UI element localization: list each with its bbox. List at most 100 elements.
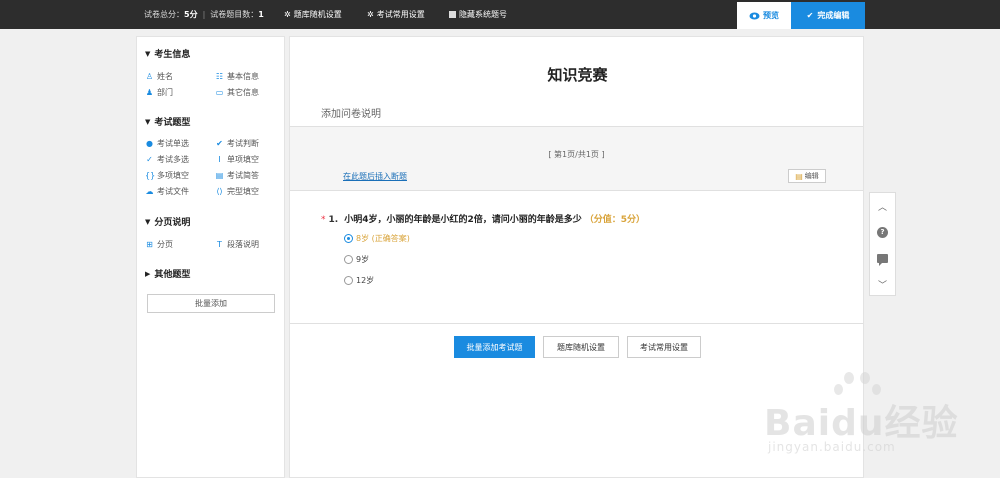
section-other-types[interactable]: ▶ 其他题型 (145, 267, 191, 281)
page-break-band: [ 第1页/共1页 ] 在此题后插入断题 ▤ 编辑 (290, 126, 863, 191)
item-label: 部门 (157, 88, 173, 97)
option-radio[interactable]: 9岁 (344, 254, 369, 265)
insert-break-link[interactable]: 在此题后插入断题 (343, 171, 407, 182)
section-candidate-info[interactable]: ▼ 考生信息 (145, 47, 191, 61)
watermark-url: jingyan.baidu.com (768, 440, 896, 454)
finish-editing-button[interactable]: ✔ 完成编辑 (791, 2, 865, 29)
item-label: 单项填空 (227, 155, 259, 164)
exam-common-settings-button[interactable]: 考试常用设置 (627, 336, 701, 358)
sidebar-item-page-break[interactable]: ⊞ 分页 (145, 239, 173, 250)
check-icon: ✔ (806, 11, 814, 20)
item-label: 考试文件 (157, 187, 189, 196)
help-icon: ? (877, 226, 888, 238)
preview-label: 预览 (763, 11, 779, 20)
question-count: 1 (258, 10, 264, 19)
sidebar-item-paragraph[interactable]: T 段落说明 (215, 239, 259, 250)
watermark-brand: Baidu经验 (764, 403, 959, 444)
item-label: 其它信息 (227, 88, 259, 97)
radio-selected-icon[interactable] (344, 234, 353, 243)
batch-add-button[interactable]: 批量添加 (147, 294, 275, 313)
item-label: 基本信息 (227, 72, 259, 81)
option-radio[interactable]: 12岁 (344, 275, 374, 286)
help-button[interactable]: ? (870, 219, 895, 245)
item-label: 考试单选 (157, 139, 189, 148)
sidebar-item-exam-file[interactable]: ☁ 考试文件 (145, 186, 190, 197)
option-label: 12岁 (356, 276, 375, 285)
radio-icon[interactable] (344, 255, 353, 264)
checkbox-icon[interactable] (449, 11, 456, 18)
radio-icon[interactable] (344, 276, 353, 285)
item-label: 考试简答 (227, 171, 259, 180)
section-title: 考生信息 (154, 50, 191, 60)
sidebar-item-single-choice[interactable]: ● 考试单选 (145, 138, 189, 149)
item-label: 考试多选 (157, 155, 189, 164)
required-mark: * (321, 215, 326, 225)
sidebar-item-cloze[interactable]: ⟨⟩ 完型填空 (215, 186, 259, 197)
batch-add-questions-button[interactable]: 批量添加考试题 (454, 336, 535, 358)
total-score: 5分 (184, 10, 198, 19)
cloud-upload-icon: ☁ (145, 187, 154, 196)
question-score: （分值：5分） (584, 215, 645, 225)
exam-stats: 试卷总分：5分 | 试卷题目数：1 (144, 9, 264, 20)
triangle-right-icon: ▶ (145, 269, 151, 278)
page-title[interactable]: 知识竞赛 (290, 64, 865, 85)
question-text: 小明4岁，小丽的年龄是小红的2倍，请问小丽的年龄是多少 (344, 215, 582, 225)
eye-icon (749, 12, 760, 19)
item-label: 姓名 (157, 72, 173, 81)
item-label: 多项填空 (157, 171, 189, 180)
baidu-watermark: Baidu经验 jingyan.baidu.com (762, 372, 957, 462)
sidebar-item-multiple-choice[interactable]: ✓ 考试多选 (145, 154, 189, 165)
item-label: 完型填空 (227, 187, 259, 196)
random-bank-settings-label: 题库随机设置 (293, 10, 342, 19)
sidebar-item-true-false[interactable]: ✔ 考试判断 (215, 138, 259, 149)
chevron-up-icon[interactable]: ︿ (870, 193, 895, 219)
sidebar-item-single-blank[interactable]: I 单项填空 (215, 154, 259, 165)
option-radio[interactable]: 8岁 (正确答案) (344, 233, 410, 244)
edit-button[interactable]: ▤ 编辑 (788, 169, 826, 183)
group-icon: ♟ (145, 88, 154, 97)
divider (290, 323, 863, 324)
check-icon: ✓ (146, 155, 153, 164)
option-label: 8岁 (正确答案) (356, 234, 410, 243)
message-button[interactable] (870, 245, 895, 271)
dot-icon: ● (146, 139, 153, 148)
finish-editing-label: 完成编辑 (817, 11, 850, 20)
section-exam-question-types[interactable]: ▼ 考试题型 (145, 115, 191, 129)
section-pagination[interactable]: ▼ 分页说明 (145, 215, 190, 229)
sidebar-item-short-answer[interactable]: ▤ 考试简答 (215, 170, 259, 181)
item-label: 段落说明 (227, 240, 259, 249)
section-title: 考试题型 (154, 118, 191, 128)
page-icon: ⊞ (146, 240, 153, 249)
random-bank-settings-button[interactable]: 题库随机设置 (543, 336, 619, 358)
random-bank-settings-link[interactable]: ✲ 题库随机设置 (284, 9, 342, 20)
triangle-down-icon: ▼ (145, 217, 151, 226)
gear-icon: ✲ (367, 10, 374, 19)
double-check-icon: ✔ (216, 139, 223, 148)
sidebar-item-department[interactable]: ♟ 部门 (145, 87, 173, 98)
question-count-label: 试卷题目数： (210, 10, 259, 19)
floating-toolbar: ︿ ? ﹀ (869, 192, 896, 296)
top-bar: 试卷总分：5分 | 试卷题目数：1 ✲ 题库随机设置 ✲ 考试常用设置 隐藏系统题号… (0, 0, 1000, 29)
braces-icon: {} (145, 171, 156, 180)
hide-system-number-toggle[interactable]: 隐藏系统题号 (449, 9, 507, 20)
survey-description[interactable]: 添加问卷说明 (321, 105, 381, 120)
question-number: 1. (328, 215, 339, 225)
sidebar-item-name[interactable]: ♙ 姓名 (145, 71, 173, 82)
item-label: 分页 (157, 240, 173, 249)
edit-icon: ▤ (795, 171, 803, 181)
total-score-label: 试卷总分： (144, 10, 184, 19)
question-type-sidebar: ▼ 考生信息 ♙ 姓名 ☷ 基本信息 ♟ 部门 ▭ 其它信息 ▼ 考试题型 ● 考试单选 ✔ 考… (136, 36, 285, 478)
triangle-down-icon: ▼ (145, 117, 151, 126)
sidebar-item-multi-blank[interactable]: {} 多项填空 (145, 170, 189, 181)
text-icon: T (217, 240, 222, 249)
chevron-down-icon[interactable]: ﹀ (870, 271, 895, 297)
item-label: 考试判断 (227, 139, 259, 148)
exam-common-settings-label: 考试常用设置 (376, 10, 425, 19)
exam-common-settings-link[interactable]: ✲ 考试常用设置 (367, 9, 425, 20)
question-title[interactable]: * 1. 小明4岁，小丽的年龄是小红的2倍，请问小丽的年龄是多少 （分值：5分） (321, 212, 645, 225)
preview-button[interactable]: 预览 (737, 2, 791, 29)
section-title: 其他题型 (154, 270, 191, 280)
edit-label: 编辑 (804, 172, 819, 180)
sidebar-item-other-info[interactable]: ▭ 其它信息 (215, 87, 259, 98)
sidebar-item-basic-info[interactable]: ☷ 基本信息 (215, 71, 259, 82)
